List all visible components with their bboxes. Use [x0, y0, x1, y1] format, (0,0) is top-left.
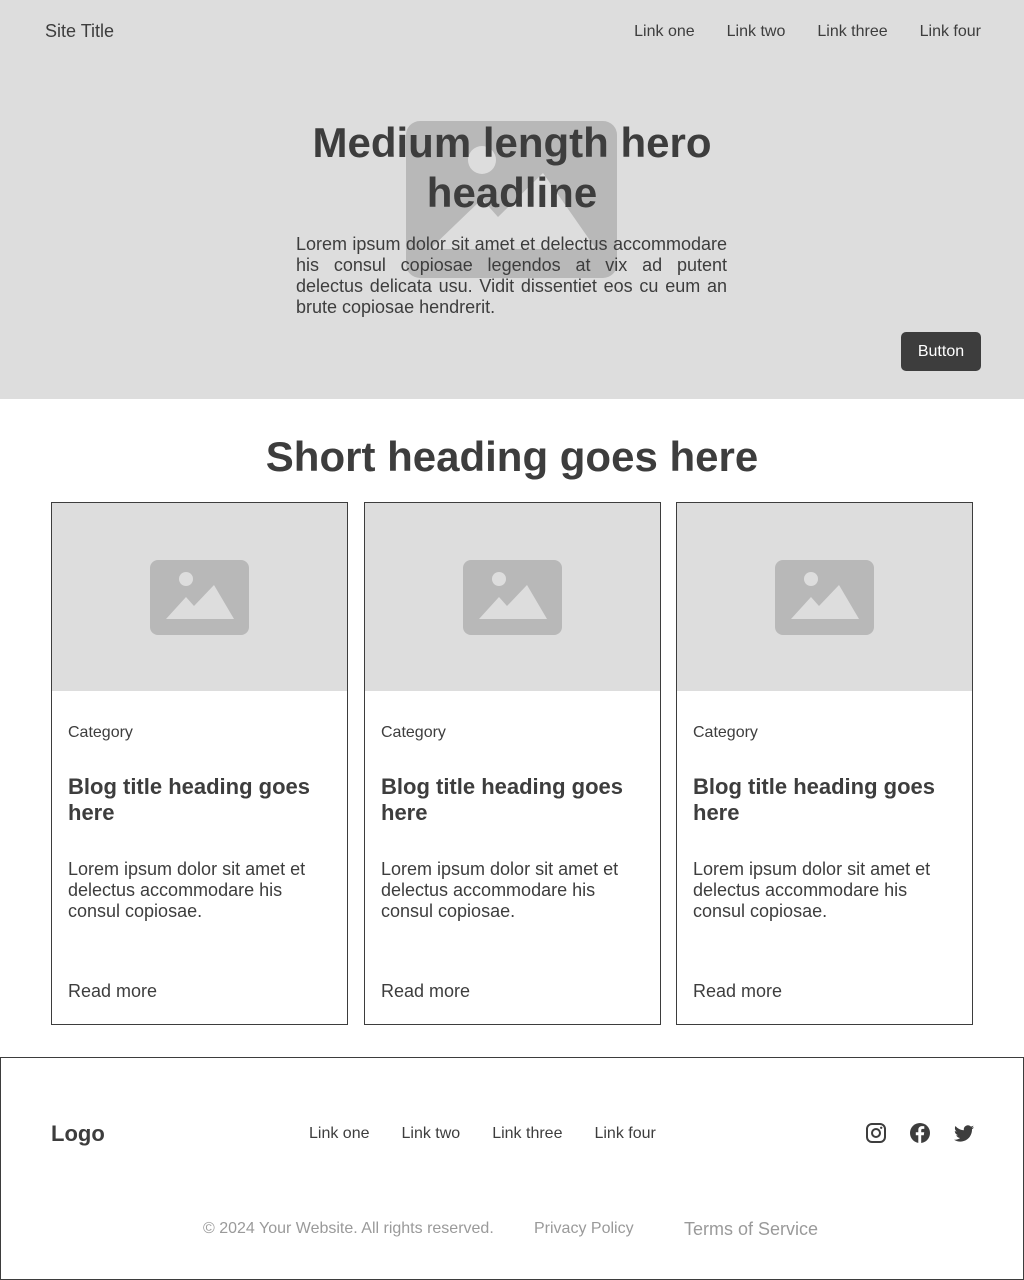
card-excerpt: Lorem ipsum dolor sit amet et delectus a…: [693, 859, 931, 921]
card-category: Category: [68, 724, 133, 741]
blog-card: Category Blog title heading goes here Lo…: [51, 502, 348, 1025]
read-more-link[interactable]: Read more: [381, 980, 470, 1002]
card-image: [677, 503, 972, 691]
footer-logo[interactable]: Logo: [51, 1121, 105, 1147]
hero-section: Site Title Link one Link two Link three …: [0, 0, 1024, 399]
image-placeholder-icon: [463, 560, 562, 635]
footer: Logo Link one Link two Link three Link f…: [0, 1057, 1024, 1280]
nav-link-three[interactable]: Link three: [817, 22, 887, 42]
hero-body-text: Lorem ipsum dolor sit amet et delectus a…: [296, 234, 727, 317]
hero-headline: Medium length hero headline: [312, 119, 712, 216]
card-excerpt: Lorem ipsum dolor sit amet et delectus a…: [381, 859, 619, 921]
copyright-text: © 2024 Your Website. All rights reserved…: [203, 1220, 494, 1237]
top-nav: Link one Link two Link three Link four: [634, 22, 981, 42]
site-title[interactable]: Site Title: [45, 21, 114, 42]
footer-link-three[interactable]: Link three: [492, 1124, 562, 1144]
footer-link-one[interactable]: Link one: [309, 1124, 370, 1144]
read-more-link[interactable]: Read more: [693, 980, 782, 1002]
facebook-icon[interactable]: [909, 1122, 931, 1144]
card-title[interactable]: Blog title heading goes here: [68, 774, 333, 826]
read-more-link[interactable]: Read more: [68, 980, 157, 1002]
privacy-policy-link[interactable]: Privacy Policy: [534, 1219, 634, 1239]
twitter-icon[interactable]: [953, 1122, 975, 1144]
footer-link-two[interactable]: Link two: [402, 1124, 461, 1144]
image-placeholder-icon: [150, 560, 249, 635]
footer-link-four[interactable]: Link four: [594, 1124, 655, 1144]
blog-card: Category Blog title heading goes here Lo…: [364, 502, 661, 1025]
image-placeholder-icon: [775, 560, 874, 635]
card-excerpt: Lorem ipsum dolor sit amet et delectus a…: [68, 859, 306, 921]
card-category: Category: [381, 724, 446, 741]
nav-link-four[interactable]: Link four: [920, 22, 981, 42]
card-category: Category: [693, 724, 758, 741]
blog-card: Category Blog title heading goes here Lo…: [676, 502, 973, 1025]
card-image: [365, 503, 660, 691]
terms-of-service-link[interactable]: Terms of Service: [684, 1218, 818, 1240]
card-title[interactable]: Blog title heading goes here: [693, 774, 958, 826]
section-heading: Short heading goes here: [265, 433, 759, 480]
card-image: [52, 503, 347, 691]
footer-nav: Link one Link two Link three Link four: [309, 1124, 656, 1144]
card-title[interactable]: Blog title heading goes here: [381, 774, 646, 826]
nav-link-one[interactable]: Link one: [634, 22, 695, 42]
hero-cta-button[interactable]: Button: [901, 332, 981, 371]
instagram-icon[interactable]: [865, 1122, 887, 1144]
nav-link-two[interactable]: Link two: [727, 22, 786, 42]
